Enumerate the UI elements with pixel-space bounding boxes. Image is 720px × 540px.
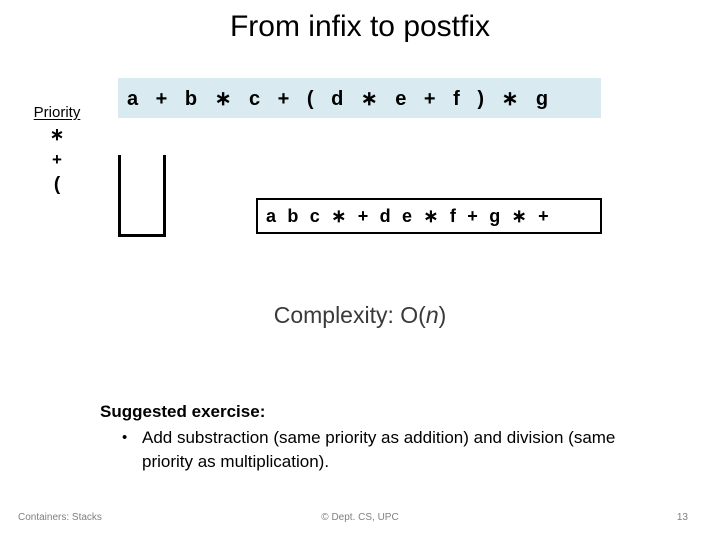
stack-container	[118, 155, 166, 237]
suggested-exercise-block: Suggested exercise: • Add substraction (…	[100, 400, 640, 474]
infix-expression-bar: a + b ∗ c + ( d ∗ e + f ) ∗ g	[118, 78, 601, 118]
bullet-icon: •	[122, 429, 128, 446]
priority-legend: Priority ∗ + (	[16, 103, 98, 197]
list-item-text: Add substraction (same priority as addit…	[142, 428, 616, 471]
complexity-suffix: )	[438, 302, 447, 328]
footer-page-number: 13	[676, 512, 688, 523]
complexity-variable: n	[425, 302, 439, 328]
postfix-expression-text: a b c ∗ + d e ∗ f + g ∗ +	[266, 205, 552, 226]
priority-heading: Priority	[33, 104, 81, 121]
postfix-output-box: a b c ∗ + d e ∗ f + g ∗ +	[256, 198, 602, 234]
complexity-prefix: Complexity: O(	[273, 302, 426, 328]
suggested-exercise-list: • Add substraction (same priority as add…	[100, 426, 640, 474]
slide-canvas: From infix to postfix Priority ∗ + ( a +…	[0, 0, 720, 540]
page-title: From infix to postfix	[229, 10, 491, 43]
list-item: • Add substraction (same priority as add…	[100, 426, 640, 474]
priority-operator-plus: +	[52, 150, 62, 169]
priority-operator-multiply: ∗	[49, 125, 65, 144]
infix-expression-text: a + b ∗ c + ( d ∗ e + f ) ∗ g	[127, 87, 555, 110]
suggested-exercise-heading: Suggested exercise:	[100, 402, 266, 421]
complexity-statement: Complexity: O(n)	[0, 302, 720, 329]
footer-copyright: © Dept. CS, UPC	[321, 512, 399, 523]
priority-operator-open-paren: (	[53, 174, 61, 195]
slide-footer: Containers: Stacks © Dept. CS, UPC 13	[0, 512, 720, 532]
